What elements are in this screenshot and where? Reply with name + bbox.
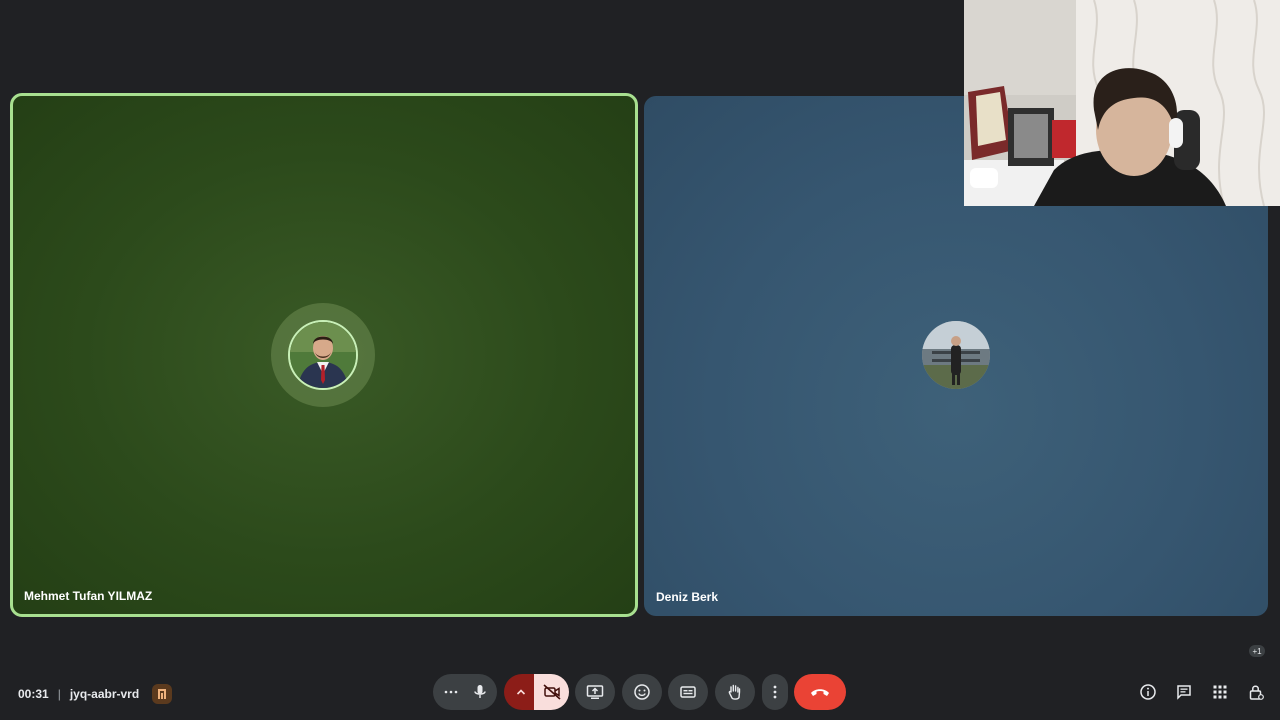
present-button[interactable] [575,674,615,710]
overflow-participants-badge[interactable]: +1 [1249,645,1265,657]
participant-name: Deniz Berk [656,590,719,604]
chevron-up-icon [515,686,527,698]
info-icon[interactable] [1138,682,1158,702]
more-horiz-icon[interactable] [443,684,459,700]
present-icon [585,682,605,702]
camera-options-button[interactable] [504,674,538,710]
reactions-button[interactable] [622,674,662,710]
emoji-icon [633,683,651,701]
participant-tile[interactable]: Mehmet Tufan YILMAZ [10,93,638,617]
captions-button[interactable] [668,674,708,710]
bottom-toolbar: 00:31 | jyq-aabr-vrd [0,660,1280,720]
more-options-button[interactable] [762,674,788,710]
host-controls-icon[interactable] [1246,682,1266,702]
call-end-icon [809,686,831,698]
camera-toggle-button[interactable] [534,674,569,710]
more-vert-icon [772,684,778,700]
avatar [922,321,990,389]
self-view[interactable] [964,0,1280,206]
mic-button-group [433,674,497,710]
participant-name: Mehmet Tufan YILMAZ [24,589,153,603]
call-controls [0,674,1280,710]
hand-icon [726,683,744,701]
activities-icon[interactable] [1210,682,1230,702]
leave-call-button[interactable] [794,674,846,710]
meeting-stage: Mehmet Tufan YILMAZ Deniz Berk 00:31 | j… [0,0,1280,720]
mic-icon[interactable] [471,683,489,701]
avatar [288,320,358,390]
raise-hand-button[interactable] [715,674,755,710]
side-panel-toggles [1138,682,1266,702]
captions-icon [679,683,697,701]
chat-icon[interactable] [1174,682,1194,702]
videocam-off-icon [542,682,562,702]
